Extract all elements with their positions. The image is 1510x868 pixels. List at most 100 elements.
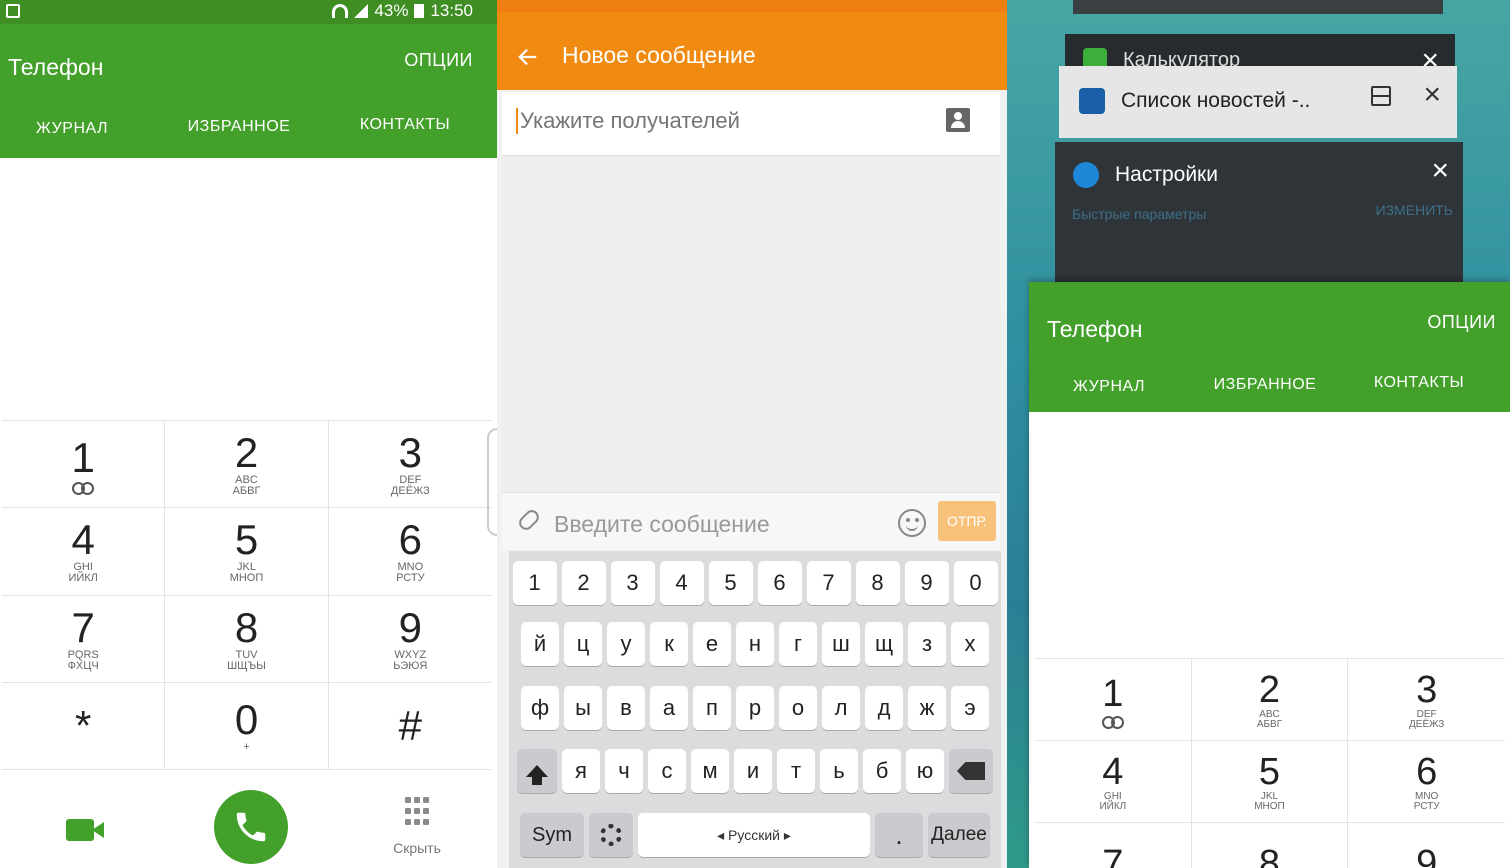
hide-keypad-label[interactable]: Скрыть [372,840,462,856]
keyboard-key[interactable]: э [951,686,989,730]
keyboard-key[interactable]: у [607,622,645,666]
dial-key[interactable]: 7 [1035,823,1192,868]
shift-arrow-icon [526,765,548,785]
dial-key[interactable]: 8 [1192,823,1349,868]
dial-key[interactable]: 5 JKL МНОП [165,508,329,596]
keyboard-key[interactable]: п [693,686,731,730]
next-key[interactable]: Далее [928,813,990,857]
options-button[interactable]: ОПЦИИ [1427,312,1496,333]
keyboard-key[interactable]: г [779,622,817,666]
dial-key-digit: 9 [1416,842,1438,868]
keyboard-key[interactable]: л [822,686,860,730]
tab-log[interactable]: ЖУРНАЛ [1073,378,1145,396]
keyboard-key[interactable]: щ [865,622,903,666]
keyboard-key[interactable]: 6 [757,561,802,605]
recipients-input[interactable] [516,108,916,134]
dial-key[interactable]: 1 [2,421,166,509]
keyboard-key[interactable]: 2 [561,561,606,605]
recent-card-news[interactable]: Список новостей -.. × [1059,66,1457,138]
keyboard-key[interactable]: н [736,622,774,666]
video-call-icon[interactable] [66,819,104,841]
keyboard-key[interactable]: ж [908,686,946,730]
options-button[interactable]: ОПЦИИ [404,50,473,71]
keyboard-key[interactable]: д [865,686,903,730]
side-panel-handle[interactable] [487,428,497,536]
keyboard-key[interactable]: а [650,686,688,730]
keyboard-key[interactable]: з [908,622,946,666]
attach-icon[interactable] [516,507,542,533]
tab-contacts[interactable]: КОНТАКТЫ [1374,374,1464,392]
dial-key[interactable]: 0 + [165,682,329,770]
keyboard-key[interactable]: б [863,749,901,793]
close-settings-icon[interactable]: × [1431,156,1449,186]
dial-key[interactable]: 2 ABC АБВГ [165,421,329,509]
keyboard-key[interactable]: 1 [512,561,557,605]
keyboard-key[interactable]: е [693,622,731,666]
dial-key[interactable]: 9 WXYZ ЬЭЮЯ [328,596,492,683]
keyboard-key[interactable]: ч [605,749,643,793]
keyboard-key[interactable]: 0 [953,561,998,605]
keyboard-key[interactable]: ы [564,686,602,730]
settings-key[interactable] [589,813,633,857]
send-button[interactable]: ОТПР. [938,501,996,541]
keyboard-key[interactable]: х [951,622,989,666]
space-key[interactable]: ◂ Русский ▸ [638,813,870,857]
message-input[interactable]: Введите сообщение [554,511,770,538]
keyboard-key[interactable]: й [521,622,559,666]
keyboard-key[interactable]: к [650,622,688,666]
keyboard-key[interactable]: м [691,749,729,793]
tab-favorites[interactable]: ИЗБРАННОЕ [188,118,291,136]
contact-picker-icon[interactable] [946,108,970,132]
dial-key[interactable]: 3 DEF ДЕЁЖЗ [1348,659,1505,741]
dial-key-digit: 0 [234,696,259,744]
keyboard-key[interactable]: 8 [855,561,900,605]
recent-card-back[interactable] [1073,0,1443,14]
keyboard-key[interactable]: ф [521,686,559,730]
tab-contacts[interactable]: КОНТАКТЫ [360,116,450,134]
dial-key[interactable]: 4 GHI ИЙКЛ [2,508,166,596]
dial-key[interactable]: 4 GHI ИЙКЛ [1035,741,1192,823]
dial-key[interactable]: 8 TUV ШЩЪЫ [165,595,329,683]
dial-key[interactable]: 9 [1348,823,1505,868]
dial-key[interactable]: 3 DEF ДЕЁЖЗ [328,421,492,509]
keyboard-key[interactable]: ш [822,622,860,666]
call-button[interactable] [214,790,288,864]
sym-key[interactable]: Sym [520,813,584,857]
keyboard-key[interactable]: я [562,749,600,793]
recent-card-settings[interactable]: Настройки × Быстрые параметры ИЗМЕНИТЬ [1055,142,1463,282]
keyboard-key[interactable]: 7 [806,561,851,605]
keyboard-key[interactable]: о [779,686,817,730]
keyboard-key[interactable]: 3 [610,561,655,605]
dial-key[interactable]: 6 MNO РСТУ [328,508,492,596]
tab-favorites[interactable]: ИЗБРАННОЕ [1214,376,1317,394]
keyboard-key[interactable]: с [648,749,686,793]
split-screen-icon[interactable] [1371,86,1391,106]
keyboard-key[interactable]: и [734,749,772,793]
keyboard-key[interactable]: т [777,749,815,793]
shift-key[interactable] [517,749,557,793]
keyboard-key[interactable]: 4 [659,561,704,605]
dial-key[interactable]: 1 [1035,659,1192,741]
back-arrow-icon[interactable] [517,46,539,68]
dial-key[interactable]: # [328,683,492,770]
dial-key[interactable]: 6 MNO РСТУ [1348,741,1505,823]
keyboard-key[interactable]: ю [906,749,944,793]
keyboard-key[interactable]: 9 [904,561,949,605]
period-key[interactable]: . [875,813,923,857]
backspace-key[interactable] [949,749,993,793]
keypad-grid-icon[interactable] [405,797,429,827]
keyboard-key[interactable]: ь [820,749,858,793]
emoji-icon[interactable] [898,509,926,537]
keyboard-key[interactable]: 5 [708,561,753,605]
close-news-icon[interactable]: × [1423,80,1441,110]
dial-key[interactable]: * [2,682,166,770]
keyboard-key[interactable]: ц [564,622,602,666]
tab-log[interactable]: ЖУРНАЛ [36,120,108,138]
dial-key-digit: 9 [398,603,422,651]
dial-key[interactable]: 2 ABC АБВГ [1191,659,1349,741]
dial-key[interactable]: 5 JKL МНОП [1191,741,1349,823]
keyboard-key[interactable]: в [607,686,645,730]
recent-card-phone[interactable]: Телефон ОПЦИИ ЖУРНАЛ ИЗБРАННОЕ КОНТАКТЫ … [1029,282,1510,868]
keyboard-key[interactable]: р [736,686,774,730]
dial-key[interactable]: 7 PQRS ФХЦЧ [2,595,166,683]
